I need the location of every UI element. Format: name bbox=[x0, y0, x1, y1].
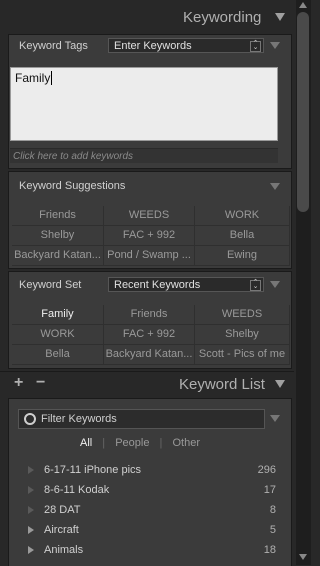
tab-separator: | bbox=[102, 437, 106, 449]
keyword-tags-menu-icon[interactable] bbox=[270, 42, 280, 49]
disclosure-arrow-icon[interactable] bbox=[28, 506, 34, 514]
keyword-name: Animals bbox=[44, 544, 84, 556]
filter-keywords-placeholder: Filter Keywords bbox=[41, 413, 117, 425]
keywording-panel: Keywording Keyword Tags Enter Keywords ⌃… bbox=[0, 0, 294, 566]
set-keyword[interactable]: WEEDS bbox=[195, 305, 290, 325]
keyword-name: 28 DAT bbox=[44, 504, 81, 516]
tab-people[interactable]: People bbox=[115, 437, 149, 449]
tab-separator: | bbox=[159, 437, 163, 449]
keyword-list-item[interactable]: 6-17-11 iPhone pics 296 bbox=[18, 460, 284, 480]
set-keyword[interactable]: Scott - Pics of me bbox=[195, 345, 290, 365]
set-keyword[interactable]: FAC + 992 bbox=[104, 325, 195, 345]
add-keywords-field[interactable]: Click here to add keywords bbox=[10, 148, 278, 163]
keyword-suggestions-title: Keyword Suggestions bbox=[19, 180, 126, 192]
collapse-keywording-icon[interactable] bbox=[275, 13, 285, 21]
scroll-up-arrow-icon[interactable] bbox=[299, 2, 307, 8]
suggestion-keyword[interactable]: WEEDS bbox=[104, 206, 195, 226]
disclosure-arrow-icon[interactable] bbox=[28, 526, 34, 534]
keyword-list-item[interactable]: 28 DAT 8 bbox=[18, 500, 284, 520]
disclosure-arrow-icon[interactable] bbox=[28, 466, 34, 474]
search-icon bbox=[24, 413, 36, 425]
filter-tabs: All | People | Other bbox=[80, 437, 207, 449]
set-keyword[interactable]: Backyard Katan... bbox=[104, 345, 195, 365]
disclosure-arrow-icon[interactable] bbox=[28, 546, 34, 554]
suggestion-keyword[interactable]: Friends bbox=[12, 206, 104, 226]
set-keyword[interactable]: Bella bbox=[12, 345, 104, 365]
select-stepper-icon: ⌃ ⌄ bbox=[250, 40, 261, 52]
set-keyword[interactable]: Friends bbox=[104, 305, 195, 325]
keyword-tags-label: Keyword Tags bbox=[19, 40, 88, 52]
suggestion-keyword[interactable]: Bella bbox=[195, 226, 290, 246]
keywords-textarea[interactable]: Family bbox=[10, 67, 278, 141]
keyword-count: 18 bbox=[263, 544, 276, 556]
keyword-count: 5 bbox=[269, 524, 276, 536]
suggestion-keyword[interactable]: FAC + 992 bbox=[104, 226, 195, 246]
scroll-down-arrow-icon[interactable] bbox=[299, 554, 307, 560]
panel-divider bbox=[0, 371, 294, 372]
suggestion-keyword[interactable]: Ewing bbox=[195, 246, 290, 266]
filter-keywords-input[interactable]: Filter Keywords bbox=[18, 409, 265, 429]
keywords-textarea-value: Family bbox=[15, 71, 51, 85]
keyword-set-menu-icon[interactable] bbox=[270, 281, 280, 288]
keyword-set-value: Recent Keywords bbox=[114, 279, 201, 291]
tab-all[interactable]: All bbox=[80, 437, 92, 449]
panel-scrollbar[interactable] bbox=[296, 0, 311, 565]
keyword-list-item[interactable]: Animals 18 bbox=[18, 540, 284, 560]
keyword-count: 17 bbox=[263, 484, 276, 496]
keyword-tags-mode-select[interactable]: Enter Keywords ⌃ ⌄ bbox=[108, 38, 264, 53]
keyword-list-item[interactable]: Aircraft 5 bbox=[18, 520, 284, 540]
collapse-keyword-list-icon[interactable] bbox=[275, 380, 285, 388]
suggestion-keyword[interactable]: WORK bbox=[195, 206, 290, 226]
filter-menu-icon[interactable] bbox=[270, 415, 280, 422]
add-keyword-button[interactable]: + bbox=[14, 374, 23, 392]
set-keyword[interactable]: Family bbox=[12, 305, 104, 325]
remove-keyword-button[interactable]: − bbox=[36, 374, 45, 392]
scrollbar-thumb[interactable] bbox=[297, 12, 309, 212]
keyword-set-label: Keyword Set bbox=[19, 279, 82, 291]
keyword-list-item[interactable]: 8-6-11 Kodak 17 bbox=[18, 480, 284, 500]
keyword-list-header-title[interactable]: Keyword List bbox=[179, 376, 265, 393]
disclosure-arrow-icon[interactable] bbox=[28, 486, 34, 494]
keyword-suggestions-menu-icon[interactable] bbox=[270, 183, 280, 190]
suggestion-keyword[interactable]: Pond / Swamp ... bbox=[104, 246, 195, 266]
suggestion-keyword[interactable]: Shelby bbox=[12, 226, 104, 246]
keyword-name: 8-6-11 Kodak bbox=[44, 484, 110, 496]
keyword-set-grid: Family Friends WEEDS WORK FAC + 992 Shel… bbox=[12, 305, 290, 365]
keyword-suggestions-grid: Friends WEEDS WORK Shelby FAC + 992 Bell… bbox=[12, 206, 290, 266]
select-stepper-icon: ⌃ ⌄ bbox=[250, 279, 261, 291]
suggestion-keyword[interactable]: Backyard Katan... bbox=[12, 246, 104, 266]
keywording-header-title[interactable]: Keywording bbox=[183, 9, 261, 26]
keyword-count: 296 bbox=[257, 464, 276, 476]
keyword-tags-mode-value: Enter Keywords bbox=[114, 40, 192, 52]
keyword-name: Aircraft bbox=[44, 524, 79, 536]
set-keyword[interactable]: WORK bbox=[12, 325, 104, 345]
keyword-count: 8 bbox=[269, 504, 276, 516]
keyword-name: 6-17-11 iPhone pics bbox=[44, 464, 142, 476]
tab-other[interactable]: Other bbox=[172, 437, 200, 449]
set-keyword[interactable]: Shelby bbox=[195, 325, 290, 345]
keyword-set-select[interactable]: Recent Keywords ⌃ ⌄ bbox=[108, 277, 264, 292]
